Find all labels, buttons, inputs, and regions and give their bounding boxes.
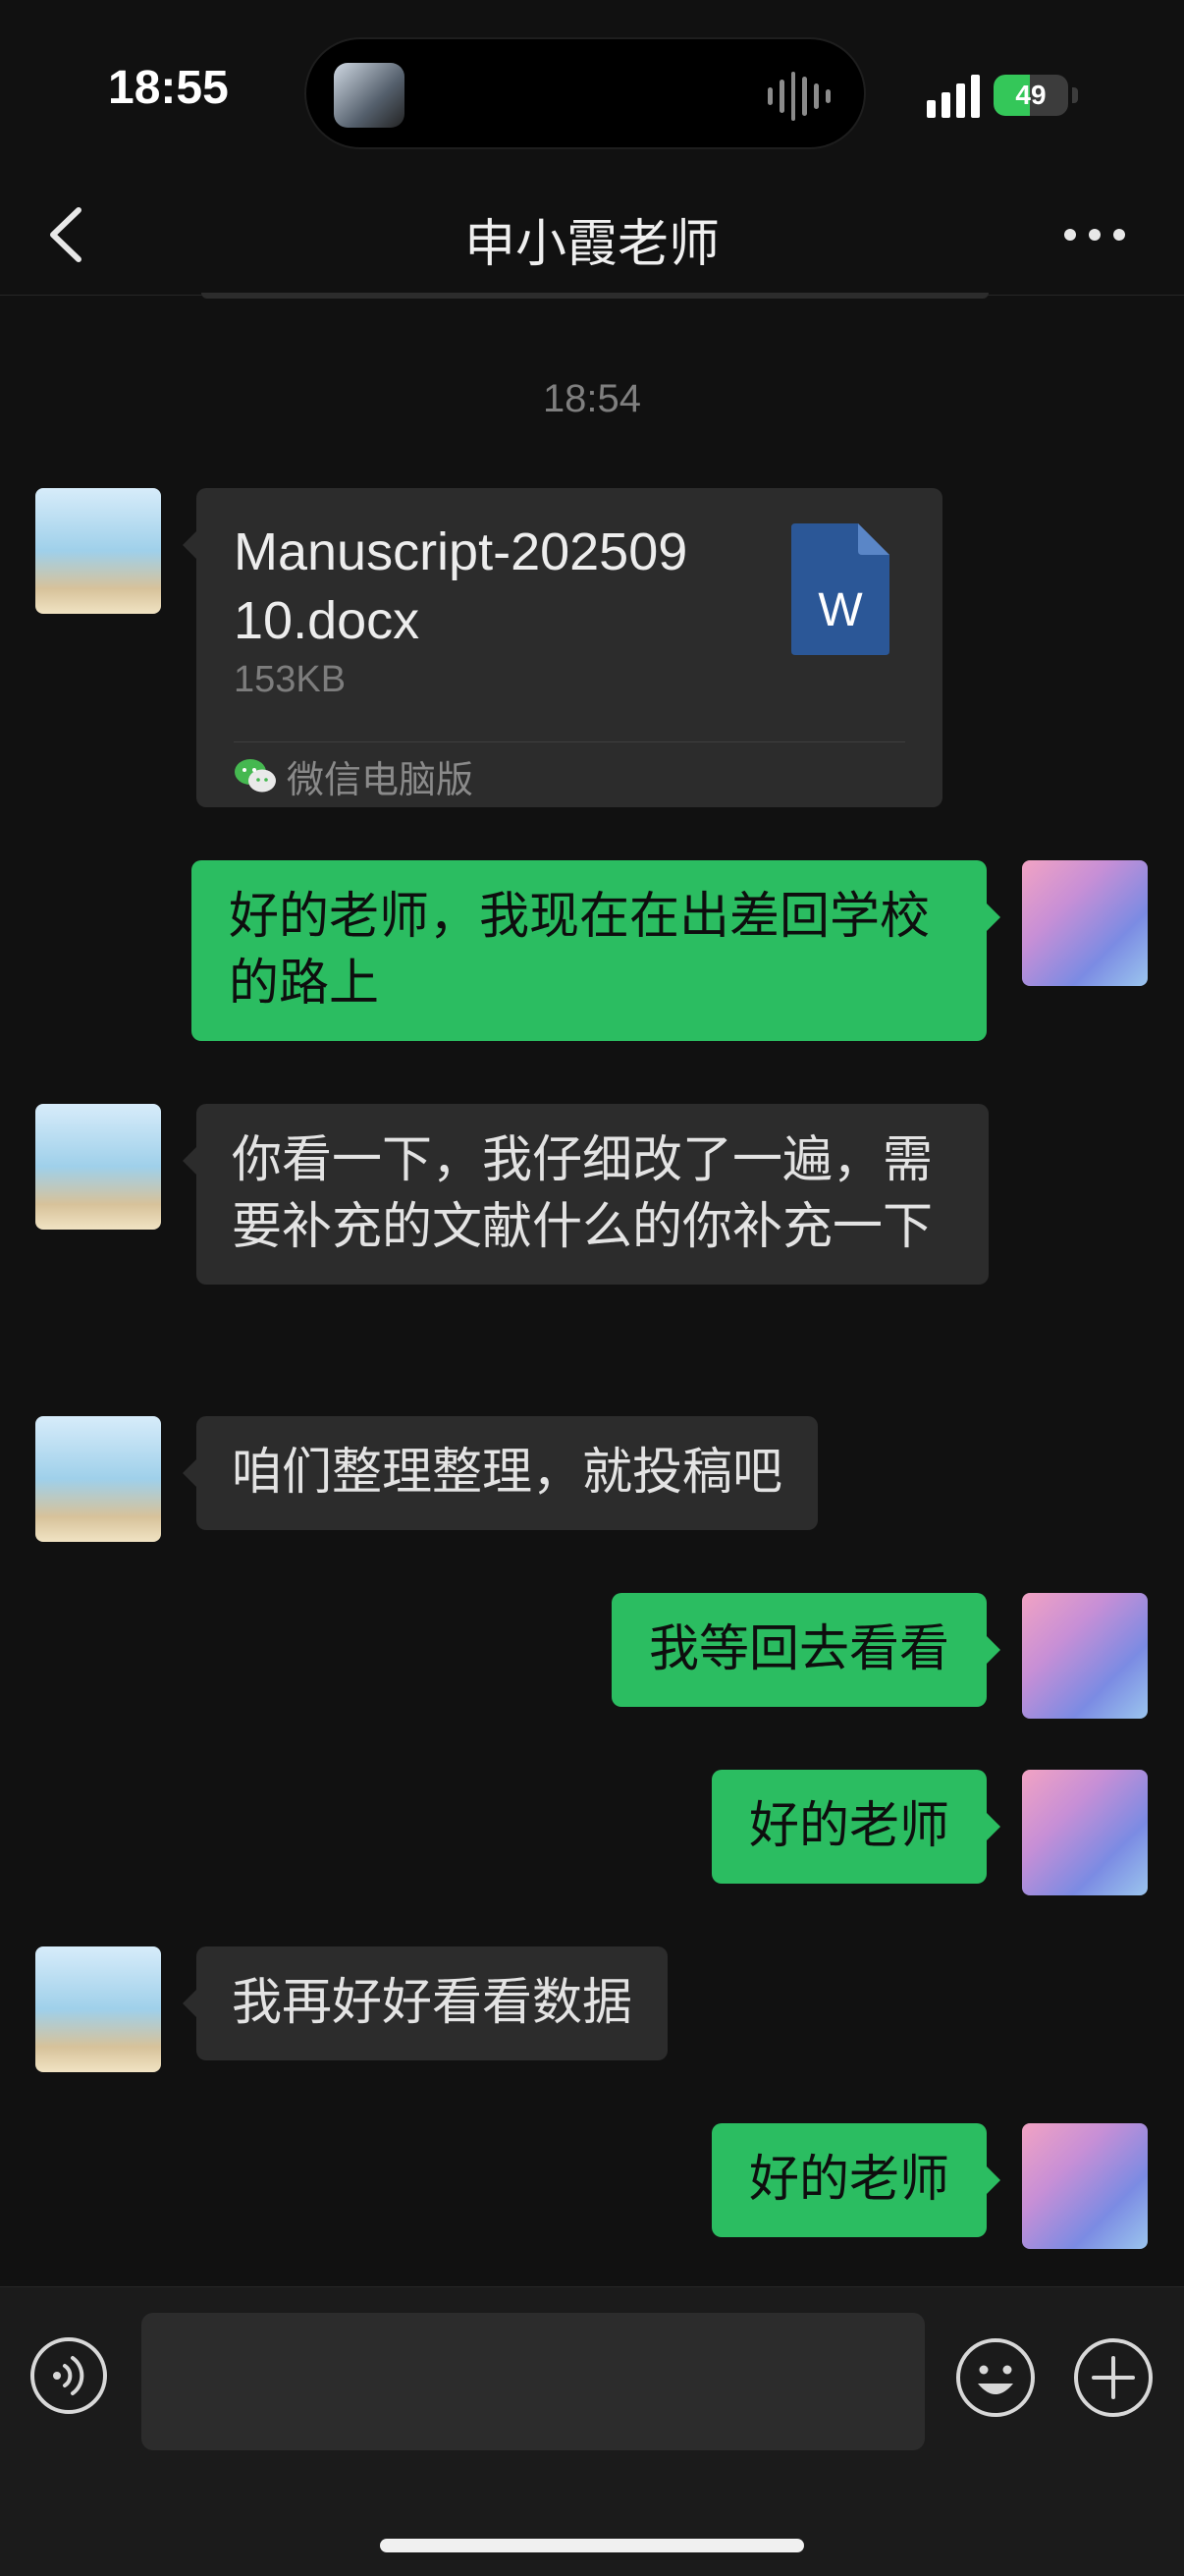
battery-level: 49 (1015, 80, 1047, 110)
outgoing-message-bubble[interactable]: 好的老师 (711, 2123, 1001, 2237)
word-document-icon: W (791, 523, 889, 655)
my-avatar[interactable] (1022, 860, 1148, 986)
cellular-signal-icon (927, 75, 980, 118)
incoming-message-bubble[interactable]: 我再好好看看数据 (182, 1946, 669, 2060)
file-size: 153KB (234, 659, 347, 700)
chat-header: 申小霞老师 (0, 177, 1184, 296)
my-avatar[interactable] (1022, 1770, 1148, 1895)
file-message-card[interactable]: Manuscript-20250910.docx 153KB W 微信电脑版 (183, 488, 942, 807)
contact-avatar[interactable] (35, 1946, 161, 2072)
file-source: 微信电脑版 (234, 747, 473, 804)
contact-avatar[interactable] (35, 488, 161, 614)
now-playing-artwork (334, 63, 404, 128)
message-timestamp: 18:54 (542, 377, 642, 420)
battery-icon: 49 (994, 75, 1068, 116)
outgoing-message-bubble[interactable]: 好的老师，我现在在出差回学校的路上 (191, 860, 1000, 1041)
emoji-icon[interactable] (954, 2336, 1037, 2419)
incoming-message-bubble[interactable]: 你看一下，我仔细改了一遍，需要补充的文献什么的你补充一下 (183, 1104, 989, 1285)
file-icon-letter: W (818, 584, 863, 636)
audio-waveform-icon (768, 69, 831, 124)
message-text: 好的老师 (748, 1797, 949, 1855)
outgoing-message-bubble[interactable]: 我等回去看看 (611, 1593, 1001, 1707)
status-time: 18:55 (108, 62, 229, 114)
message-text: 好的老师，我现在在出差回学校的路上 (229, 888, 931, 1013)
chat-title: 申小霞老师 (463, 215, 720, 274)
contact-avatar[interactable] (35, 1104, 161, 1230)
previous-message-edge (201, 293, 989, 299)
file-source-label: 微信电脑版 (287, 757, 474, 801)
home-indicator[interactable] (380, 2539, 804, 2552)
message-text: 好的老师 (748, 2151, 949, 2209)
file-name: Manuscript-20250910.docx (234, 522, 688, 650)
contact-avatar[interactable] (35, 1416, 161, 1542)
message-text: 我等回去看看 (648, 1620, 949, 1678)
voice-icon[interactable] (29, 2336, 108, 2415)
file-card-divider (234, 741, 905, 742)
dynamic-island[interactable] (304, 37, 866, 149)
plus-icon[interactable] (1072, 2336, 1155, 2419)
my-avatar[interactable] (1022, 1593, 1148, 1719)
battery-tip (1072, 87, 1078, 103)
my-avatar[interactable] (1022, 2123, 1148, 2249)
message-text: 你看一下，我仔细改了一遍，需要补充的文献什么的你补充一下 (232, 1131, 934, 1256)
input-toolbar (0, 2286, 1184, 2576)
outgoing-message-bubble[interactable]: 好的老师 (711, 1770, 1001, 1884)
incoming-message-bubble[interactable]: 咱们整理整理，就投稿吧 (182, 1416, 819, 1530)
message-input[interactable] (141, 2313, 925, 2450)
message-text: 咱们整理整理，就投稿吧 (232, 1444, 783, 1502)
wechat-icon (235, 759, 276, 793)
status-bar: 18:55 49 (0, 0, 1184, 177)
message-text: 我再好好看看数据 (232, 1974, 633, 2032)
more-dots-icon[interactable] (1060, 210, 1129, 259)
